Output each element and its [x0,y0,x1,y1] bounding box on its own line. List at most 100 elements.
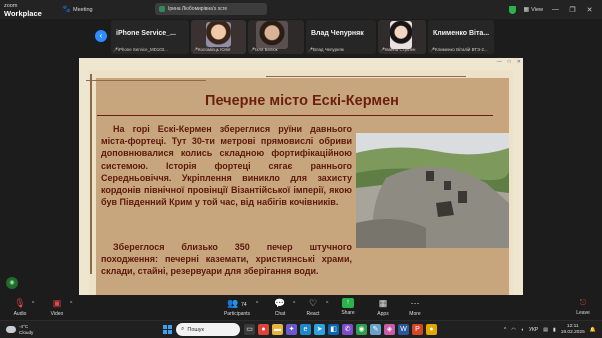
minimize-icon[interactable]: — [497,59,502,65]
chrome-app-icon[interactable]: ● [426,324,437,335]
participant-caption: 🎤 Клименко Віталій ВТЭ-2... [430,46,488,52]
meeting-controls: 🎙 Audio ^ ▣ Video ^ 👥 74 Participants ^ … [0,295,602,320]
notepad-icon[interactable]: ✎ [370,324,381,335]
gallery-icon[interactable]: ◈ [384,324,395,335]
notifications-icon[interactable]: 🔔 [590,327,596,333]
powerpoint-icon[interactable]: P [412,324,423,335]
clock[interactable]: 12:11 19.02.2025 [561,324,585,336]
share-label: Share [341,310,355,316]
store-icon[interactable]: ◧ [328,324,339,335]
participants-count: 74 [241,302,247,308]
react-icon: ♡ [308,298,318,308]
cloud-icon [6,326,16,333]
view-label: View [531,6,543,13]
participants-label: Participants [223,311,251,317]
mic-off-icon: 🎤 [193,46,198,52]
presentation-slide: — □ ✕ Печерне місто Ескі-Кермен На горі … [79,58,523,295]
participant-tile[interactable]: 🎤 Коломієць Юлія [191,20,246,54]
chrome-app-icon[interactable]: ◉ [356,324,367,335]
shield-icon[interactable]: ◉ [6,277,18,289]
copilot-icon[interactable]: ✦ [286,324,297,335]
decor-line [266,76,466,77]
participant-tile[interactable]: iPhone Service_... 🎤 iPhone Service_MD103… [111,20,189,54]
apps-label: Apps [377,311,389,317]
participant-tile[interactable]: 🎤 Іванна Стрілен [378,20,426,54]
slide-title: Печерне місто Ескі-Кермен [205,93,399,109]
participants-icon: 👥 74 [227,298,247,308]
participant-video [206,22,231,47]
search-placeholder: Пошук [187,326,204,333]
audio-options-caret[interactable]: ^ [32,301,34,307]
paw-icon: 🐾 [62,5,71,13]
more-label: More [409,311,421,317]
more-button[interactable]: ⋯ More [400,297,430,317]
participant-video [256,21,288,49]
video-options-caret[interactable]: ^ [70,301,72,307]
slide-window-controls: — □ ✕ [497,59,521,65]
maximize-button[interactable]: ❐ [568,6,577,14]
slide-paragraph: Збереглося близько 350 печер штучного по… [101,242,352,277]
participants-button[interactable]: 👥 74 Participants [222,297,252,317]
security-shield-icon[interactable] [508,5,516,14]
react-options-caret[interactable]: ^ [326,301,328,307]
mic-off-icon: 🎤 [380,46,385,52]
telegram-icon[interactable]: ➤ [314,324,325,335]
system-tray: ^ ◠ ◖ УКР ▤ ▮ 12:11 19.02.2025 🔔 [504,321,602,338]
cave-city-image [356,133,509,248]
network-icon[interactable]: ▤ [543,327,548,333]
word-icon[interactable]: W [398,324,409,335]
participant-name: Влад Чепурняк [311,30,364,37]
mic-off-icon: 🎤 [250,46,255,52]
react-button[interactable]: ♡ React [298,297,328,317]
chrome-app-icon[interactable]: ● [258,324,269,335]
leave-icon: ⎋ [579,298,587,307]
shared-screen: — □ ✕ Печерне місто Ескі-Кермен На горі … [0,55,602,295]
react-label: React [306,311,320,317]
participant-tile[interactable]: Влад Чепурняк 🎤 Влад Чепурняк [306,20,376,54]
share-button[interactable]: ↑ Share [333,297,363,316]
meeting-info[interactable]: 🐾 Meeting [62,6,93,14]
video-button[interactable]: ▣ Video [42,297,72,317]
video-off-icon: ▣ [52,298,62,308]
mic-off-icon: 🎤 [113,46,118,52]
zoom-window: zoom Workplace 🐾 Meeting Ірина Любомирів… [0,0,602,338]
audio-label: Audio [13,311,27,317]
weather-widget[interactable]: -4°C Cloudy [6,324,33,335]
close-button[interactable]: ✕ [585,6,594,14]
brand-bottom: Workplace [4,8,42,18]
screen-share-indicator[interactable]: Ірина Любомирівна's scre [155,3,267,15]
participant-caption: 🎤 iPhone Service_MD103... [113,46,168,52]
viber-icon[interactable]: ✆ [342,324,353,335]
participant-tile[interactable]: 🎤 Іхля Белюк [248,20,304,54]
weather-condition: Cloudy [19,329,34,335]
leave-button[interactable]: ⎋ Leave [568,297,598,316]
meeting-label: Meeting [73,6,93,13]
taskbar-search[interactable]: ⌕ Пошук [176,323,240,336]
file-explorer-icon[interactable]: ▬ [272,324,283,335]
chat-button[interactable]: 💬 Chat [265,297,295,317]
participant-name: iPhone Service_... [116,30,176,37]
participants-options-caret[interactable]: ^ [256,301,258,307]
audio-button[interactable]: 🎙 Audio [5,297,35,317]
language-indicator[interactable]: УКР [529,327,538,333]
wifi-icon[interactable]: ◠ [511,327,515,333]
apps-button[interactable]: ▦ Apps [368,297,398,317]
close-icon[interactable]: ✕ [517,59,521,65]
participant-tile[interactable]: Клименко Віта... 🎤 Клименко Віталій ВТЭ-2… [428,20,494,54]
battery-icon[interactable]: ▮ [553,327,556,333]
task-view-icon[interactable]: ▭ [244,324,255,335]
gallery-previous-button[interactable]: ‹ [95,30,107,42]
chat-label: Chat [274,311,286,317]
participant-video [390,21,412,49]
overflow-chevron-icon[interactable]: ^ [504,327,506,333]
minimize-button[interactable]: — [551,6,560,13]
speaker-icon[interactable]: ◖ [521,327,524,333]
view-button[interactable]: ▦ View [524,6,544,14]
chat-icon: 💬 [274,298,286,308]
maximize-icon[interactable]: □ [508,59,511,65]
search-icon: ⌕ [181,326,185,332]
chat-options-caret[interactable]: ^ [293,301,295,307]
participant-caption: 🎤 Іванна Стрілен [380,46,416,52]
start-button[interactable] [163,325,172,334]
edge-icon[interactable]: e [300,324,311,335]
